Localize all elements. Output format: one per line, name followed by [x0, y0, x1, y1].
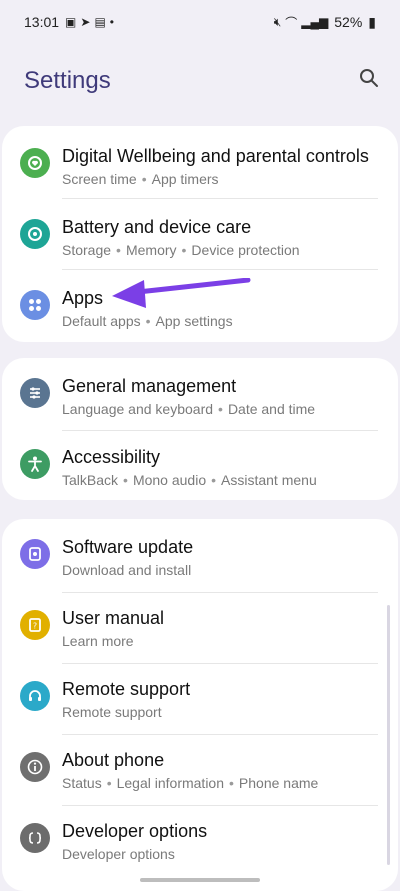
notification-icons: ▣ ➤ ▤ •: [65, 15, 114, 29]
header: Settings: [0, 55, 400, 105]
setting-subtitle: TalkBack • Mono audio • Assistant menu: [62, 472, 317, 488]
setting-title: About phone: [62, 750, 165, 770]
setting-subtitle: Developer options: [62, 846, 175, 862]
wifi-icon: ⌒: [285, 15, 298, 30]
search-button[interactable]: [356, 65, 382, 91]
telegram-notification-icon: ➤: [80, 15, 91, 29]
general-management-icon: [20, 378, 50, 408]
setting-subtitle: Storage • Memory • Device protection: [62, 242, 300, 258]
setting-subtitle: Remote support: [62, 704, 162, 720]
battery-care-icon: [20, 219, 50, 249]
setting-subtitle: Status • Legal information • Phone name: [62, 775, 319, 791]
setting-subtitle: Screen time • App timers: [62, 171, 219, 187]
remote-support-icon: [20, 681, 50, 711]
svg-text:?: ?: [33, 622, 37, 631]
battery-icon: ▮: [368, 13, 376, 30]
setting-remote-support[interactable]: Remote support Remote support: [2, 661, 398, 733]
status-left: 13:01 ▣ ➤ ▤ •: [24, 14, 114, 30]
accessibility-icon: [20, 449, 50, 479]
search-icon: [360, 69, 378, 87]
gallery-notification-icon: ▣: [65, 15, 77, 29]
battery-percent: 52%: [334, 14, 363, 30]
navigation-gesture-handle[interactable]: [140, 878, 260, 882]
setting-title: Battery and device care: [62, 217, 252, 237]
annotation-arrow-icon: [112, 278, 251, 308]
setting-battery-care[interactable]: Battery and device care Storage • Memory • D…: [2, 199, 398, 271]
page-title: Settings: [24, 67, 111, 94]
settings-card-3: Software update Download and install ? U…: [2, 519, 398, 891]
about-phone-icon: [20, 752, 50, 782]
news-notification-icon: ▤: [94, 15, 106, 29]
setting-title: User manual: [62, 608, 165, 628]
setting-subtitle: Learn more: [62, 633, 134, 649]
status-time: 13:01: [24, 14, 60, 30]
setting-accessibility[interactable]: Accessibility TalkBack • Mono audio • Assist…: [2, 429, 398, 501]
scrollbar[interactable]: [387, 605, 390, 865]
settings-card-2: General management Language and keyboard…: [2, 358, 398, 500]
user-manual-icon: ?: [20, 610, 50, 640]
more-notifications-dot-icon: •: [109, 15, 114, 29]
setting-title: Accessibility: [62, 447, 161, 467]
software-update-icon: [20, 539, 50, 569]
setting-title: Remote support: [62, 679, 191, 699]
setting-general-management[interactable]: General management Language and keyboard…: [2, 358, 398, 430]
apps-icon: [20, 290, 50, 320]
setting-subtitle: Language and keyboard • Date and time: [62, 401, 316, 417]
digital-wellbeing-icon: [20, 148, 50, 178]
setting-title: Apps: [62, 288, 104, 308]
setting-subtitle: Download and install: [62, 562, 192, 578]
setting-title: Developer options: [62, 821, 208, 841]
setting-digital-wellbeing[interactable]: Digital Wellbeing and parental controls …: [2, 128, 398, 200]
setting-title: Software update: [62, 537, 194, 557]
setting-title: General management: [62, 376, 237, 396]
developer-options-icon: [20, 823, 50, 853]
setting-title: Digital Wellbeing and parental controls: [62, 146, 369, 166]
setting-software-update[interactable]: Software update Download and install: [2, 519, 398, 591]
setting-about-phone[interactable]: About phone Status • Legal information • Pho…: [2, 732, 398, 804]
setting-user-manual[interactable]: ? User manual Learn more: [2, 590, 398, 662]
status-bar: 13:01 ▣ ➤ ▤ • 🔇︎ ⌒ ▂▄▆ 52% ▮: [0, 0, 400, 44]
signal-icon: ▂▄▆: [301, 15, 329, 29]
setting-developer-options[interactable]: Developer options Developer options: [2, 803, 398, 875]
mute-icon: 🔇︎: [273, 14, 282, 29]
status-right: 🔇︎ ⌒ ▂▄▆ 52% ▮: [274, 14, 376, 31]
system-status-icons: 🔇︎ ⌒ ▂▄▆: [274, 14, 329, 31]
